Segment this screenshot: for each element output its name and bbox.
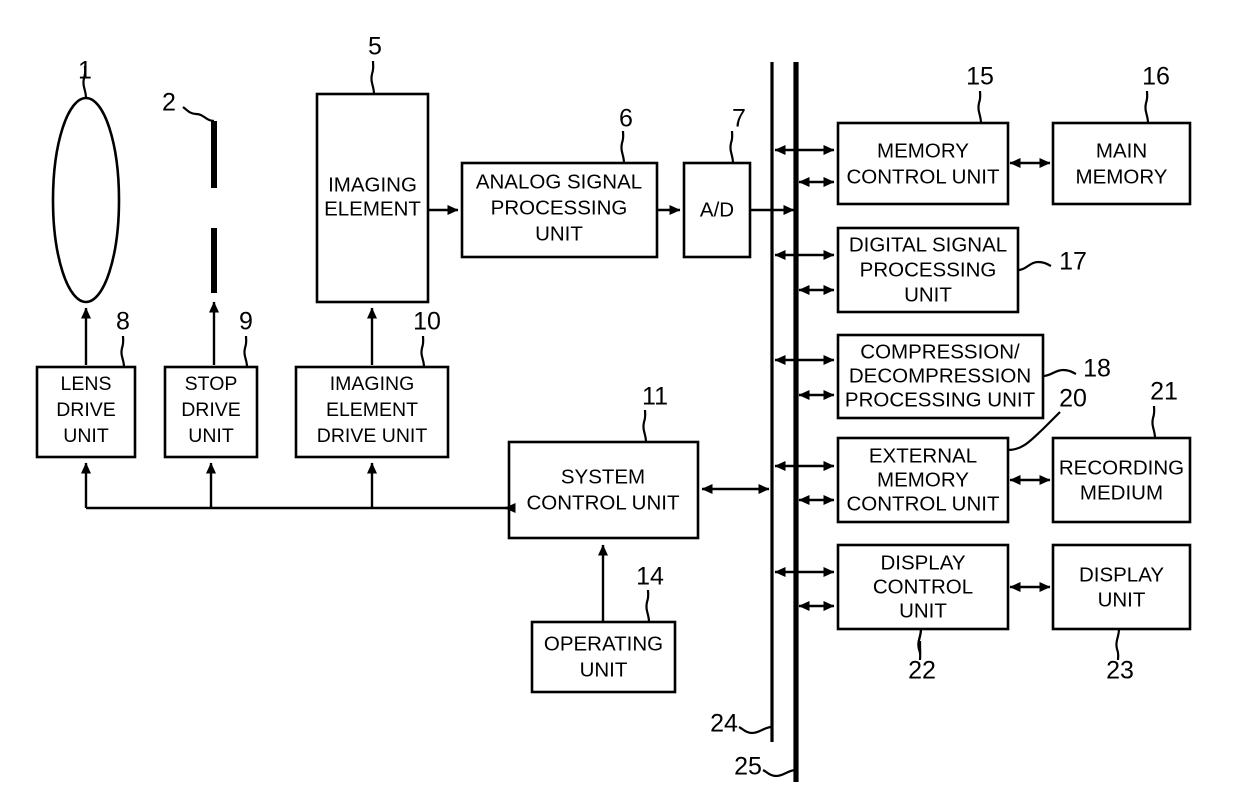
- operating-unit-label-line1: OPERATING: [544, 632, 663, 655]
- ref-lead-21: [1151, 405, 1157, 439]
- main-memory-label-line2: MEMORY: [1076, 165, 1168, 188]
- memory-control-label-line1: MEMORY: [877, 139, 969, 162]
- ref-lead-17: [1017, 260, 1052, 272]
- imaging-element-drive-label-line2: ELEMENT: [326, 399, 418, 421]
- ref-lead-9: [243, 335, 249, 368]
- lens-drive-label-line2: DRIVE: [56, 399, 116, 421]
- ref-number-7: 7: [732, 105, 746, 133]
- analog-signal-label-line2: PROCESSING: [491, 196, 628, 219]
- ref-number-11: 11: [642, 383, 668, 411]
- memory-control-label-line2: CONTROL UNIT: [847, 165, 1000, 188]
- display-control-label-line1: DISPLAY: [880, 551, 965, 574]
- ref-number-20: 20: [1059, 385, 1087, 413]
- ref-lead-14: [645, 589, 651, 623]
- ref-number-17: 17: [1059, 248, 1087, 276]
- ref-lead-22: [917, 628, 923, 661]
- ref-number-23: 23: [1106, 657, 1134, 685]
- compression-label-line3: PROCESSING UNIT: [845, 388, 1036, 411]
- display-control-unit-block: DISPLAY CONTROL UNIT: [836, 543, 1010, 631]
- main-memory-label-line1: MAIN: [1096, 139, 1147, 162]
- memory-control-unit-block: MEMORY CONTROL UNIT: [836, 121, 1010, 206]
- ref-number-24: 24: [710, 710, 738, 738]
- ref-lead-15: [977, 90, 983, 124]
- compression-label-line1: COMPRESSION/: [860, 340, 1020, 363]
- analog-signal-label-line3: UNIT: [535, 222, 583, 245]
- ref-number-10: 10: [413, 308, 441, 336]
- recording-medium-label-line1: RECORDING: [1059, 456, 1184, 479]
- operating-unit-label-line2: UNIT: [580, 658, 628, 681]
- ref-number-1: 1: [78, 57, 92, 85]
- imaging-element-label-line1: IMAGING: [328, 173, 417, 196]
- ref-lead-7: [729, 130, 735, 164]
- ref-number-2: 2: [162, 89, 176, 117]
- imaging-element-drive-unit-block: IMAGING ELEMENT DRIVE UNIT: [294, 365, 450, 459]
- external-memory-label-line2: MEMORY: [877, 468, 969, 491]
- ref-number-21: 21: [1150, 378, 1178, 406]
- system-control-label-line1: SYSTEM: [561, 465, 645, 488]
- imaging-element-drive-label-line1: IMAGING: [330, 373, 415, 395]
- lens-element: [51, 96, 121, 304]
- external-memory-control-unit-block: EXTERNAL MEMORY CONTROL UNIT: [836, 436, 1010, 524]
- figure-canvas: 1 2 IMAGING ELEMENT 5 LENS DRIVE UNIT 8 …: [0, 0, 1240, 804]
- ref-number-16: 16: [1142, 63, 1170, 91]
- analog-signal-label-line1: ANALOG SIGNAL: [476, 170, 642, 193]
- external-memory-label-line3: CONTROL UNIT: [847, 492, 1000, 515]
- ref-lead-5: [370, 60, 376, 95]
- ref-number-14: 14: [636, 563, 664, 591]
- display-unit-label-line1: DISPLAY: [1079, 563, 1164, 586]
- ref-lead-23: [1115, 628, 1121, 661]
- ref-number-6: 6: [619, 105, 633, 133]
- compression-label-line2: DECOMPRESSION: [849, 364, 1031, 387]
- digital-signal-processing-unit-block: DIGITAL SIGNAL PROCESSING UNIT: [836, 226, 1020, 314]
- system-control-unit-block: SYSTEM CONTROL UNIT: [507, 440, 700, 540]
- stop-drive-unit-block: STOP DRIVE UNIT: [163, 365, 259, 459]
- digital-signal-label-line3: UNIT: [904, 283, 952, 306]
- ref-number-25: 25: [734, 753, 762, 781]
- external-memory-label-line1: EXTERNAL: [869, 444, 977, 467]
- display-unit-block: DISPLAY UNIT: [1051, 543, 1192, 631]
- display-control-label-line3: UNIT: [899, 599, 947, 622]
- ref-number-18: 18: [1083, 355, 1111, 383]
- system-control-label-line2: CONTROL UNIT: [527, 491, 680, 514]
- ref-number-15: 15: [966, 63, 994, 91]
- analog-signal-processing-unit-block: ANALOG SIGNAL PROCESSING UNIT: [460, 161, 659, 259]
- ref-lead-11: [642, 409, 648, 443]
- stop-drive-label-line1: STOP: [185, 373, 238, 395]
- ref-number-9: 9: [239, 308, 253, 336]
- stop-drive-label-line2: DRIVE: [181, 399, 241, 421]
- imaging-element-drive-label-line3: DRIVE UNIT: [317, 425, 428, 447]
- ref-lead-10: [420, 335, 426, 368]
- ref-lead-25: [762, 768, 797, 778]
- lens-drive-label-line3: UNIT: [63, 425, 109, 447]
- ref-lead-18: [1042, 368, 1077, 378]
- ref-lead-6: [620, 130, 626, 164]
- ad-label: A/D: [700, 198, 734, 221]
- display-control-label-line2: CONTROL: [873, 575, 973, 598]
- recording-medium-block: RECORDING MEDIUM: [1051, 436, 1192, 524]
- stop-drive-label-line3: UNIT: [188, 425, 234, 447]
- ref-number-5: 5: [368, 33, 382, 61]
- block-diagram-svg: 1 2 IMAGING ELEMENT 5 LENS DRIVE UNIT 8 …: [35, 33, 1192, 782]
- ref-lead-8: [120, 335, 126, 368]
- operating-unit-block: OPERATING UNIT: [530, 620, 677, 694]
- recording-medium-label-line2: MEDIUM: [1080, 481, 1163, 504]
- display-unit-label-line2: UNIT: [1098, 588, 1146, 611]
- main-memory-block: MAIN MEMORY: [1051, 121, 1192, 206]
- imaging-element-label-line2: ELEMENT: [324, 197, 421, 220]
- ref-lead-16: [1144, 90, 1150, 124]
- digital-signal-label-line2: PROCESSING: [860, 258, 997, 281]
- ref-number-22: 22: [908, 657, 936, 685]
- ref-lead-2: [182, 106, 215, 123]
- lens-drive-unit-block: LENS DRIVE UNIT: [35, 365, 137, 459]
- ref-lead-24: [738, 725, 773, 735]
- digital-signal-label-line1: DIGITAL SIGNAL: [849, 233, 1007, 256]
- imaging-element-block: IMAGING ELEMENT: [315, 92, 430, 304]
- ref-number-8: 8: [116, 308, 130, 336]
- lens-drive-label-line1: LENS: [61, 373, 112, 395]
- compression-processing-unit-block: COMPRESSION/ DECOMPRESSION PROCESSING UN…: [836, 333, 1045, 420]
- ad-converter-block: A/D: [682, 161, 752, 259]
